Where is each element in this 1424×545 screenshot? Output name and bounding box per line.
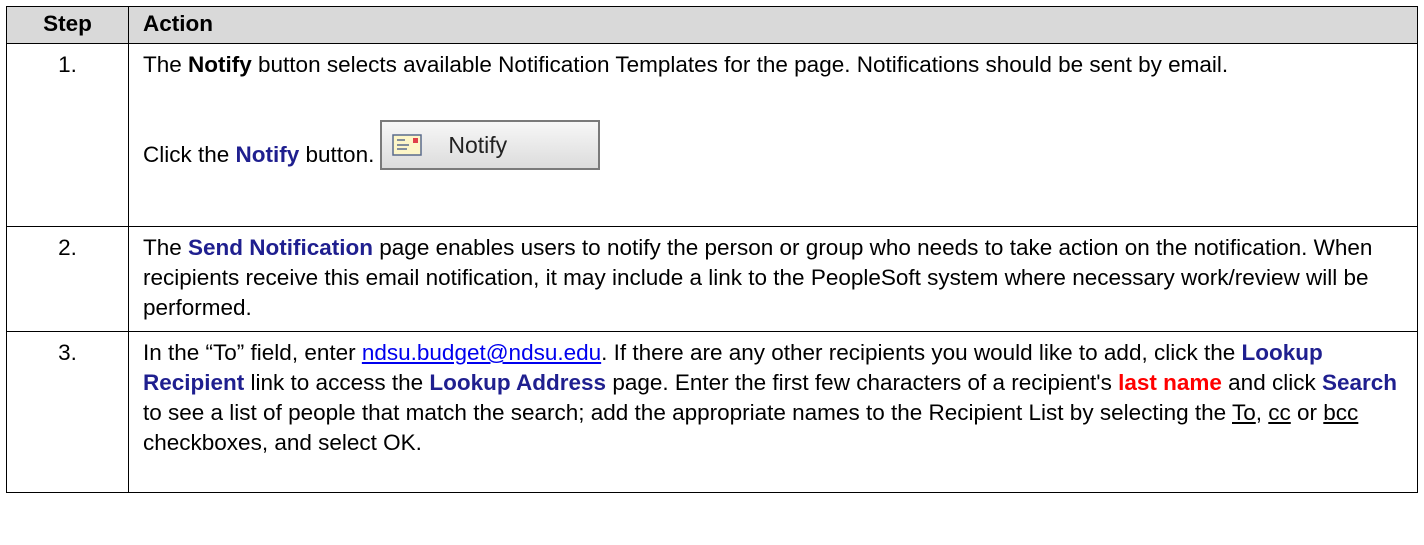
instruction-table: Step Action 1. The Notify button selects… (6, 6, 1418, 493)
text-run: button selects available Notification Te… (251, 52, 1229, 77)
text-run: and click (1221, 370, 1322, 395)
search-keyword: Search (1321, 370, 1398, 395)
step-number: 1. (6, 43, 129, 227)
text-run: or (1290, 400, 1324, 425)
email-link[interactable]: ndsu.budget@ndsu.edu (362, 340, 601, 365)
header-step: Step (6, 6, 129, 44)
cc-checkbox-label: cc (1268, 400, 1291, 425)
text-run: checkboxes, and select OK. (143, 430, 422, 455)
step-number: 2. (6, 226, 129, 332)
notify-keyword: Notify (235, 142, 300, 167)
text-run: In the “To” field, enter (143, 340, 362, 365)
step-action: The Send Notification page enables users… (128, 226, 1418, 332)
text-run: , (1255, 400, 1269, 425)
step-action: In the “To” field, enter ndsu.budget@nds… (128, 331, 1418, 493)
text-run: link to access the (244, 370, 430, 395)
last-name-keyword: last name (1118, 370, 1222, 395)
text-run: The (143, 235, 189, 260)
table-row: 1. The Notify button selects available N… (6, 43, 1418, 227)
text-run: to see a list of people that match the s… (143, 400, 1232, 425)
table-row: 3. In the “To” field, enter ndsu.budget@… (6, 331, 1418, 493)
bcc-checkbox-label: bcc (1323, 400, 1359, 425)
notify-keyword: Notify (188, 52, 252, 77)
step-number: 3. (6, 331, 129, 493)
lookup-address-keyword: Lookup Address (429, 370, 607, 395)
text-run: . If there are any other recipients you … (601, 340, 1242, 365)
header-action: Action (128, 6, 1418, 44)
step-action: The Notify button selects available Noti… (128, 43, 1418, 227)
step-paragraph: Click the Notify button. Notify (143, 120, 1403, 170)
to-checkbox-label: To (1232, 400, 1256, 425)
send-notification-keyword: Send Notification (188, 235, 374, 260)
text-run: page. Enter the first few characters of … (606, 370, 1119, 395)
envelope-icon (392, 134, 423, 156)
step-paragraph: The Notify button selects available Noti… (143, 50, 1403, 80)
text-run: button. (299, 142, 375, 167)
table-row: 2. The Send Notification page enables us… (6, 226, 1418, 332)
text-run: Click the (143, 142, 236, 167)
notify-button[interactable]: Notify (380, 120, 601, 170)
notify-button-label: Notify (448, 132, 508, 158)
table-header-row: Step Action (6, 6, 1418, 44)
text-run: The (143, 52, 189, 77)
